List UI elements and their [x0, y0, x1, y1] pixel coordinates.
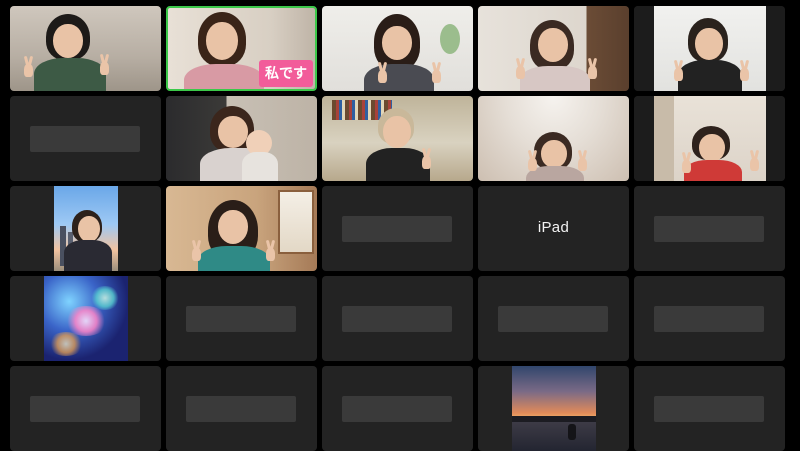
- video-off-tile[interactable]: [634, 276, 785, 361]
- video-tile-participant-5[interactable]: [634, 6, 785, 91]
- video-off-tile[interactable]: [166, 276, 317, 361]
- profile-photo-tile[interactable]: [10, 276, 161, 361]
- video-off-tile[interactable]: [322, 366, 473, 451]
- participant-video: [322, 96, 473, 181]
- video-tile-participant-6[interactable]: [166, 96, 317, 181]
- participant-name-placeholder: [654, 216, 764, 242]
- profile-photo-tile[interactable]: [478, 366, 629, 451]
- video-off-tile[interactable]: [322, 276, 473, 361]
- participant-name-placeholder: [342, 306, 452, 332]
- participant-name-placeholder: [30, 126, 140, 152]
- video-grid: 私です iPad: [0, 0, 800, 451]
- video-off-tile[interactable]: [10, 96, 161, 181]
- participant-video: [634, 96, 785, 181]
- video-off-tile[interactable]: [634, 366, 785, 451]
- video-tile-participant-9[interactable]: [634, 96, 785, 181]
- video-tile-participant-3[interactable]: [322, 6, 473, 91]
- video-off-tile[interactable]: [478, 276, 629, 361]
- video-tile-participant-8[interactable]: [478, 96, 629, 181]
- profile-photo: [512, 366, 596, 451]
- participant-name-placeholder: [186, 306, 296, 332]
- participant-name-label: iPad: [537, 219, 570, 236]
- participant-video: [166, 96, 317, 181]
- profile-photo: [54, 186, 118, 271]
- participant-video: [478, 96, 629, 181]
- video-tile-participant-10[interactable]: [166, 186, 317, 271]
- participant-video: [478, 6, 629, 91]
- video-tile-participant-1[interactable]: [10, 6, 161, 91]
- video-off-tile[interactable]: [166, 366, 317, 451]
- participant-name-placeholder: [654, 306, 764, 332]
- video-off-tile[interactable]: [634, 186, 785, 271]
- profile-photo-tile[interactable]: [10, 186, 161, 271]
- participant-name-placeholder: [342, 216, 452, 242]
- video-off-tile[interactable]: [10, 366, 161, 451]
- participant-video: [166, 186, 317, 271]
- participant-name-placeholder: [30, 396, 140, 422]
- participant-name-placeholder: [654, 396, 764, 422]
- video-tile-participant-7[interactable]: [322, 96, 473, 181]
- participant-name-placeholder: [342, 396, 452, 422]
- participant-video: [10, 6, 161, 91]
- video-off-tile[interactable]: [322, 186, 473, 271]
- ipad-participant-tile[interactable]: iPad: [478, 186, 629, 271]
- video-tile-participant-4[interactable]: [478, 6, 629, 91]
- participant-video: [322, 6, 473, 91]
- participant-name-placeholder: [498, 306, 608, 332]
- video-tile-participant-2[interactable]: 私です: [166, 6, 317, 91]
- participant-name-placeholder: [186, 396, 296, 422]
- participant-video: [634, 6, 785, 91]
- profile-photo: [44, 276, 128, 361]
- self-label-badge: 私です: [259, 60, 313, 87]
